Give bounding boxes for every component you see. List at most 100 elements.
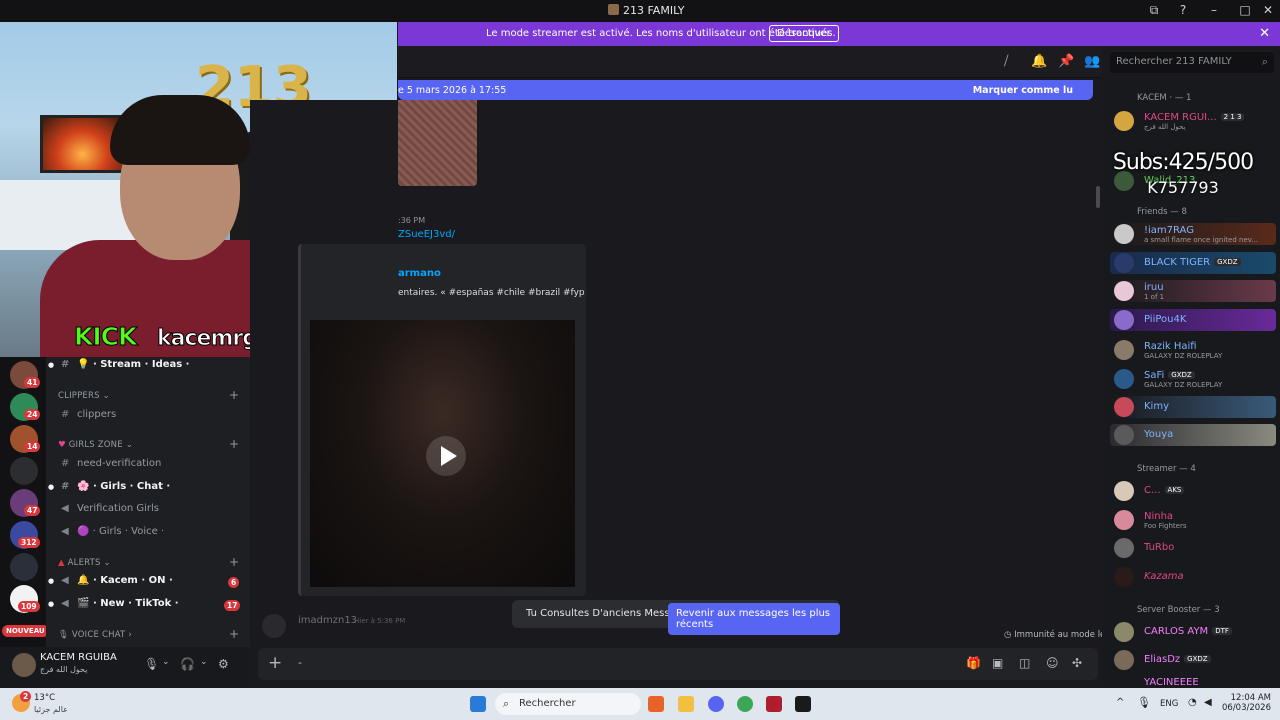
window-title: 213 FAMILY — [608, 4, 684, 17]
member-row[interactable]: KACEM RGUI... 2 1 3 يحول الله فرج — [1110, 110, 1276, 132]
channel-clippers[interactable]: # clippers — [61, 409, 116, 420]
kick-app-icon[interactable] — [795, 696, 811, 712]
hash-icon: # — [61, 409, 70, 420]
member-row[interactable]: EliasDz GXDZ — [1110, 649, 1276, 671]
category-clippers[interactable]: CLIPPERS ⌄ — [58, 391, 110, 401]
add-attachment-icon[interactable]: + — [268, 653, 282, 673]
clock-date: 06/03/2026 — [1222, 703, 1271, 713]
embed-author[interactable]: armano — [398, 268, 441, 279]
message-time: Hier à 5:36 PM — [354, 617, 406, 625]
inbox-icon[interactable]: ⧉ — [1144, 3, 1164, 18]
avatar — [1114, 397, 1134, 417]
member-name: Kazama — [1144, 571, 1184, 582]
clock[interactable]: 12:04 AM 06/03/2026 — [1222, 693, 1271, 713]
message-input[interactable]: - — [298, 656, 302, 669]
avatar[interactable] — [12, 653, 36, 677]
member-row[interactable]: TuRbo — [1110, 537, 1276, 559]
chevron-down-icon[interactable]: ⌄ — [162, 657, 170, 667]
hash-icon: # — [61, 481, 70, 492]
category-voice-chat[interactable]: 🎙 VOICE CHAT › — [58, 630, 132, 640]
member-row[interactable]: !iam7RAG a small flame once ignited nev.… — [1110, 223, 1276, 245]
member-row[interactable]: Kazama — [1110, 566, 1276, 588]
member-row[interactable]: C... AKS — [1110, 480, 1276, 502]
folder-icon[interactable] — [678, 696, 694, 712]
category-label: GIRLS ZONE — [68, 440, 123, 450]
sticker-icon[interactable]: ◫ — [1019, 656, 1030, 670]
channel-label: Verification Girls — [77, 503, 159, 514]
member-row[interactable]: BLACK TIGER GXDZ — [1110, 252, 1276, 274]
brave-icon[interactable] — [648, 696, 664, 712]
channel-girls-voice[interactable]: ◀ 🟣 · Girls · Voice · — [61, 526, 164, 537]
gear-icon[interactable]: ⚙ — [218, 657, 229, 671]
language-indicator[interactable]: ENG — [1160, 699, 1178, 709]
member-row[interactable]: Ninha Foo Fighters — [1110, 509, 1276, 531]
gif-icon[interactable]: ▣ — [992, 656, 1003, 670]
member-row[interactable]: SaFi GXDZ GALAXY DZ ROLEPLAY — [1110, 368, 1276, 390]
channel-verification-girls[interactable]: ◀ Verification Girls — [61, 503, 159, 514]
member-row[interactable]: PiiPou4K — [1110, 309, 1276, 331]
mic-icon[interactable]: 🎙 — [144, 657, 159, 671]
help-icon[interactable]: ? — [1173, 3, 1193, 17]
channel-kacem-on[interactable]: ◀ 🔔 · Kacem · ON · — [61, 575, 173, 586]
threads-icon[interactable]: ⧸ — [1004, 54, 1008, 69]
image-attachment[interactable] — [398, 100, 477, 186]
search-input[interactable]: Rechercher 213 FAMILY ⌕ — [1110, 52, 1274, 73]
taskbar-search[interactable]: ⌕ Rechercher — [495, 693, 641, 715]
volume-icon[interactable]: ◀ — [1204, 697, 1212, 708]
minimize-button[interactable]: – — [1204, 3, 1224, 17]
channel-need-verification[interactable]: # need-verification — [61, 458, 161, 469]
close-icon[interactable]: ✕ — [1259, 26, 1270, 41]
wifi-icon[interactable]: ◔ — [1188, 697, 1197, 708]
message-composer[interactable]: + - 🎁 ▣ ◫ ☺ ✣ — [258, 648, 1098, 680]
play-icon[interactable] — [426, 436, 466, 476]
pin-icon[interactable]: 📌 — [1058, 54, 1074, 69]
disable-streamer-button[interactable]: Désactiver — [769, 25, 839, 42]
headphones-icon[interactable]: 🎧 — [180, 657, 195, 671]
add-channel-button[interactable]: + — [229, 555, 239, 569]
add-channel-button[interactable]: + — [229, 388, 239, 402]
member-row[interactable]: Kimy — [1110, 396, 1276, 418]
message-author[interactable]: imadmzn13 — [298, 615, 357, 626]
chevron-up-icon[interactable]: ^ — [1116, 697, 1124, 708]
mark-read-button[interactable]: Marquer comme lu — [973, 85, 1073, 96]
category-alerts[interactable]: ▲ ALERTS ⌄ — [58, 558, 111, 568]
members-icon[interactable]: 👥 — [1084, 54, 1100, 69]
user-name[interactable]: KACEM RGUIBA — [40, 652, 117, 663]
member-row[interactable]: iruu 1 of 1 — [1110, 280, 1276, 302]
member-row[interactable]: Youya — [1110, 424, 1276, 446]
bell-icon[interactable]: 🔔 — [1031, 54, 1047, 69]
server-icon[interactable] — [10, 553, 38, 581]
start-icon[interactable] — [470, 696, 486, 712]
member-row[interactable]: YACINEEEE — [1110, 676, 1276, 688]
channel-stream-ideas[interactable]: # 💡 · Stream · Ideas · — [61, 359, 190, 370]
mic-icon[interactable]: 🎙 — [1137, 696, 1151, 709]
channel-label: · Girls · Voice · — [92, 526, 165, 537]
member-row[interactable]: CARLOS AYM DTF — [1110, 621, 1276, 643]
maximize-button[interactable]: □ — [1235, 3, 1255, 17]
weather-temp[interactable]: 13°C — [34, 693, 55, 703]
gift-icon[interactable]: 🎁 — [966, 656, 981, 670]
member-name: EliasDz GXDZ — [1144, 654, 1211, 665]
chevron-down-icon[interactable]: ⌄ — [200, 657, 208, 667]
server-icon[interactable] — [10, 457, 38, 485]
channel-girls-chat[interactable]: # 🌸 · Girls · Chat · — [61, 481, 170, 492]
avatar — [1114, 111, 1134, 131]
new-messages-bar[interactable]: e 5 mars 2026 à 17:55 Marquer comme lu — [398, 80, 1093, 100]
chrome-icon[interactable] — [737, 696, 753, 712]
add-channel-button[interactable]: + — [229, 437, 239, 451]
member-name: Razik Haifi — [1144, 341, 1197, 352]
emoji-icon[interactable]: ☺ — [1046, 656, 1059, 670]
discord-icon[interactable] — [708, 696, 724, 712]
adobe-icon[interactable] — [766, 696, 782, 712]
jump-to-present-button[interactable]: Revenir aux messages les plus récents — [668, 603, 840, 635]
apps-icon[interactable]: ✣ — [1072, 656, 1082, 670]
avatar[interactable] — [262, 614, 286, 638]
close-window-button[interactable]: ✕ — [1258, 3, 1278, 17]
category-girls-zone[interactable]: ♥ GIRLS ZONE ⌄ — [58, 440, 133, 450]
channel-new-tiktok[interactable]: ◀ 🎬 · New · TikTok · — [61, 598, 179, 609]
chat-scrollbar[interactable] — [1096, 186, 1100, 208]
message-link[interactable]: ZSueEJ3vd/ — [398, 229, 455, 240]
hash-icon: # — [61, 359, 70, 370]
member-row[interactable]: Razik Haifi GALAXY DZ ROLEPLAY — [1110, 339, 1276, 361]
add-channel-button[interactable]: + — [229, 627, 239, 641]
